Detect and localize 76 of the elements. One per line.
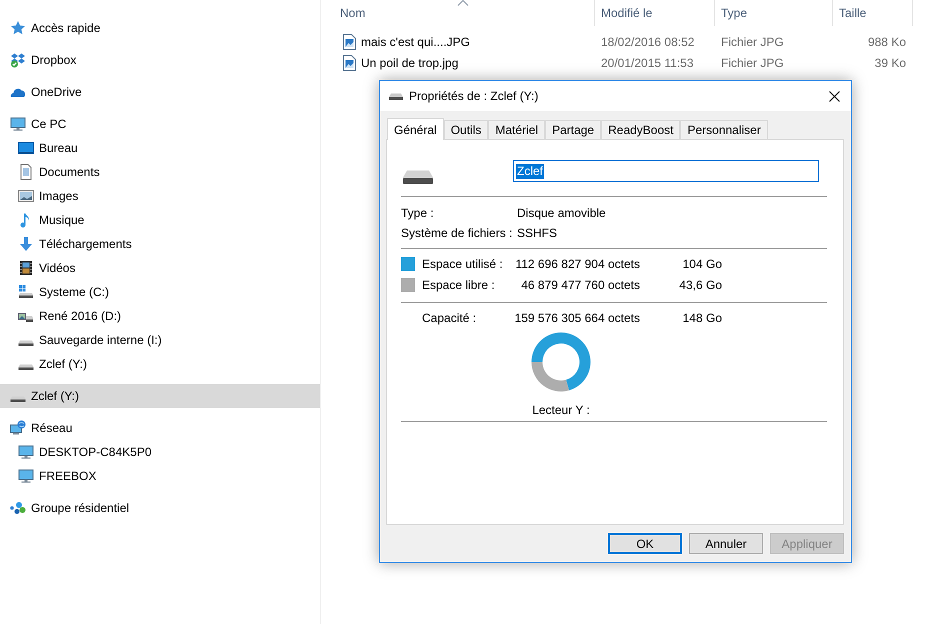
nav-item[interactable]: Groupe résidentiel xyxy=(0,496,320,520)
file-name[interactable]: Un poil de trop.jpg xyxy=(361,54,458,72)
tab[interactable]: ReadyBoost xyxy=(601,120,680,139)
space-label: Capacité : xyxy=(422,311,476,325)
size-value: 148 Go xyxy=(682,311,722,325)
image-file-icon xyxy=(343,54,356,70)
column-header[interactable]: Nom xyxy=(332,0,595,26)
nav-item[interactable]: Bureau xyxy=(0,136,320,160)
star-icon xyxy=(10,20,26,36)
property-value: SSHFS xyxy=(517,225,558,242)
file-size: 39 Ko xyxy=(874,56,906,70)
byte-count: 112 696 827 904 octets xyxy=(515,256,640,270)
tab[interactable]: Matériel xyxy=(488,120,546,139)
nav-item[interactable]: Sauvegarde interne (I:) xyxy=(0,328,320,352)
nav-item[interactable]: OneDrive xyxy=(0,80,320,104)
box-check-icon xyxy=(10,52,26,68)
space-label: Espace utilisé : xyxy=(422,256,503,270)
nav-item[interactable]: Zclef (Y:) xyxy=(0,352,320,376)
tab[interactable]: Partage xyxy=(545,120,602,139)
nav-item[interactable]: Réseau xyxy=(0,416,320,440)
down-arrow-icon xyxy=(18,236,34,252)
monitor-icon xyxy=(18,468,34,484)
nav-item[interactable]: Téléchargements xyxy=(0,232,320,256)
property-value: Disque amovible xyxy=(517,205,606,222)
drive-icon xyxy=(18,340,34,346)
property-label: Système de fichiers : xyxy=(401,226,512,240)
monitor-icon xyxy=(10,116,26,132)
tab[interactable]: Général xyxy=(387,118,444,140)
column-header[interactable]: Taille xyxy=(833,0,913,26)
drive-icon xyxy=(18,364,34,370)
monitor-icon xyxy=(18,444,34,460)
image-file-icon xyxy=(343,34,356,50)
nav-item[interactable]: Musique xyxy=(0,208,320,232)
dialog-button[interactable]: Annuler xyxy=(689,533,763,554)
drive-icon xyxy=(389,92,403,100)
network-icon xyxy=(10,420,26,436)
file-size: 988 Ko xyxy=(868,34,906,48)
nav-item[interactable]: René 2016 (D:) xyxy=(0,304,320,328)
nav-item[interactable]: Systeme (C:) xyxy=(0,280,320,304)
modified-date: 18/02/2016 08:52 xyxy=(601,34,694,48)
byte-count: 159 576 305 664 octets xyxy=(514,311,640,325)
system-drive-icon xyxy=(18,284,34,300)
nav-item[interactable]: Accès rapide xyxy=(0,16,320,40)
nav-item[interactable]: Images xyxy=(0,184,320,208)
column-header[interactable]: Type xyxy=(715,0,833,26)
nav-item[interactable]: Zclef (Y:) xyxy=(0,384,320,408)
size-value: 104 Go xyxy=(682,256,722,270)
file-name[interactable]: mais c'est qui....JPG xyxy=(361,32,470,50)
dialog-title: Propriétés de : Zclef (Y:) xyxy=(409,88,538,105)
desktop-icon xyxy=(18,140,34,156)
close-icon xyxy=(828,90,840,102)
drive-name-field[interactable]: Zclef xyxy=(513,160,819,182)
column-header[interactable]: Modifié le xyxy=(595,0,715,26)
group-icon xyxy=(10,500,26,516)
file-type: Fichier JPG xyxy=(721,34,784,48)
document-icon xyxy=(18,164,34,180)
nav-item[interactable]: FREEBOX xyxy=(0,464,320,488)
nav-item[interactable]: Ce PC xyxy=(0,112,320,136)
nav-item[interactable]: Dropbox xyxy=(0,48,320,72)
tab[interactable]: Personnaliser xyxy=(680,120,768,139)
drive-icon xyxy=(403,170,433,184)
tab[interactable]: Outils xyxy=(444,120,488,139)
nav-item[interactable]: Vidéos xyxy=(0,256,320,280)
nav-item[interactable]: DESKTOP-C84K5P0 xyxy=(0,440,320,464)
nav-item[interactable]: Documents xyxy=(0,160,320,184)
space-label: Espace libre : xyxy=(422,278,495,292)
picture-icon xyxy=(18,188,34,204)
film-icon xyxy=(18,260,34,276)
property-label: Type : xyxy=(401,206,434,220)
file-type: Fichier JPG xyxy=(721,56,784,70)
byte-count: 46 879 477 760 octets xyxy=(521,278,640,292)
dialog-button[interactable]: OK xyxy=(608,533,682,554)
size-value: 43,6 Go xyxy=(679,278,722,292)
drive-caption: Lecteur Y : xyxy=(532,402,590,418)
modified-date: 20/01/2015 11:53 xyxy=(601,56,694,70)
drive-icon xyxy=(10,396,26,402)
